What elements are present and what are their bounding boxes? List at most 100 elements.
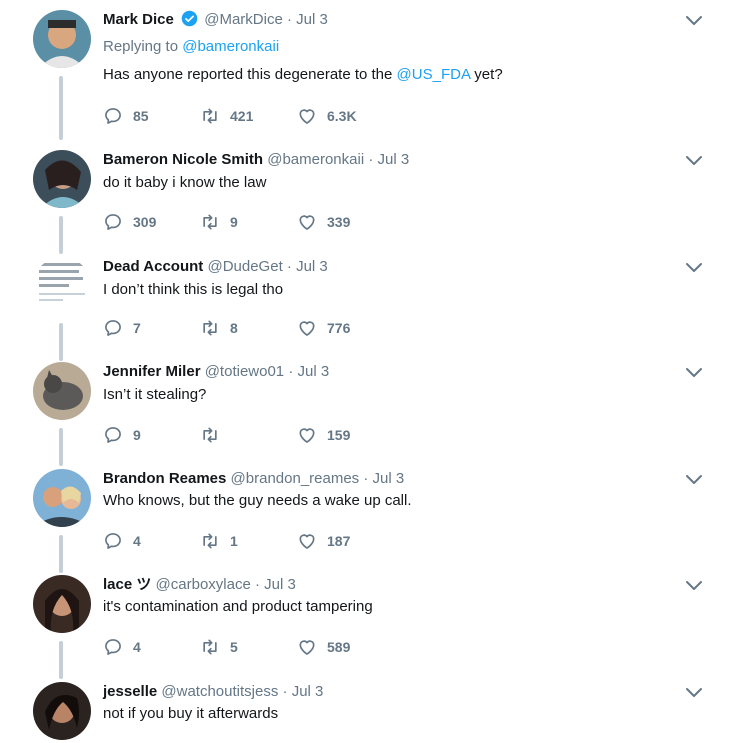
tweet-text: I don’t think this is legal tho — [103, 281, 284, 298]
like-button[interactable]: 589 — [297, 636, 350, 658]
author-handle[interactable]: @brandon_reames — [231, 470, 360, 487]
author-handle[interactable]: @MarkDice — [204, 11, 283, 28]
retweet-button[interactable]: 9 — [200, 211, 238, 233]
reply-button[interactable]: 309 — [103, 211, 156, 233]
like-count: 589 — [327, 639, 351, 655]
like-icon — [297, 212, 317, 232]
reply-icon — [103, 106, 123, 126]
caret-down-icon[interactable] — [685, 686, 703, 698]
reply-button[interactable]: 85 — [103, 105, 149, 127]
replying-to-label: Replying to — [103, 38, 179, 55]
avatar[interactable] — [33, 150, 91, 208]
verified-badge-icon — [181, 10, 198, 27]
retweet-icon — [200, 318, 220, 338]
reply-icon — [103, 212, 123, 232]
tweet[interactable]: Dead Account @DudeGet · Jul 3 I don’t th… — [0, 257, 750, 361]
retweet-button[interactable]: 1 — [200, 530, 238, 552]
retweet-button[interactable] — [200, 424, 230, 446]
tweet-header: lace ツ @carboxylace · Jul 3 — [103, 575, 296, 595]
caret-down-icon[interactable] — [685, 473, 703, 485]
reply-button[interactable]: 7 — [103, 317, 141, 339]
separator-dot: · — [368, 151, 374, 168]
retweet-count: 8 — [230, 320, 238, 336]
author-name[interactable]: Jennifer Miler — [103, 363, 201, 380]
caret-down-icon[interactable] — [685, 366, 703, 378]
author-name[interactable]: Dead Account — [103, 258, 203, 275]
author-handle[interactable]: @DudeGet — [207, 258, 282, 275]
author-handle[interactable]: @watchoutitsjess — [161, 683, 278, 700]
thread-line — [59, 428, 63, 466]
separator-dot: · — [286, 11, 292, 28]
like-button[interactable]: 159 — [297, 424, 350, 446]
author-handle[interactable]: @totiewo01 — [205, 363, 284, 380]
like-icon — [297, 637, 317, 657]
tweet-date[interactable]: Jul 3 — [296, 11, 328, 28]
author-name[interactable]: Bameron Nicole Smith — [103, 151, 263, 168]
tweet-text: do it baby i know the law — [103, 174, 267, 191]
avatar[interactable] — [33, 575, 91, 633]
author-name[interactable]: Mark Dice — [103, 11, 174, 28]
tweet[interactable]: Jennifer Miler @totiewo01 · Jul 3 Isn’t … — [0, 362, 750, 466]
tweet[interactable]: Mark Dice @MarkDice · Jul 3 Replying to … — [0, 10, 750, 140]
separator-dot: · — [255, 576, 260, 593]
author-handle[interactable]: @bameronkaii — [267, 151, 364, 168]
reply-count: 4 — [133, 639, 141, 655]
retweet-count: 1 — [230, 533, 238, 549]
tweet[interactable]: jesselle @watchoutitsjess · Jul 3 not if… — [0, 682, 750, 743]
like-button[interactable]: 187 — [297, 530, 350, 552]
caret-down-icon[interactable] — [685, 261, 703, 273]
caret-down-icon[interactable] — [685, 154, 703, 166]
tweet-text: Isn’t it stealing? — [103, 386, 207, 403]
like-button[interactable]: 339 — [297, 211, 350, 233]
like-icon — [297, 425, 317, 445]
like-count: 159 — [327, 427, 351, 443]
avatar[interactable] — [33, 257, 91, 315]
retweet-icon — [200, 531, 220, 551]
tweet[interactable]: lace ツ @carboxylace · Jul 3 it's contami… — [0, 575, 750, 679]
tweet-date[interactable]: Jul 3 — [378, 151, 410, 168]
caret-down-icon[interactable] — [685, 14, 703, 26]
retweet-count: 421 — [230, 108, 254, 124]
like-count: 6.3K — [327, 108, 357, 124]
author-name[interactable]: lace ツ — [103, 576, 151, 593]
retweet-button[interactable]: 8 — [200, 317, 238, 339]
tweet-header: Dead Account @DudeGet · Jul 3 — [103, 257, 328, 277]
replying-to: Replying to @bameronkaii — [103, 37, 279, 57]
avatar[interactable] — [33, 469, 91, 527]
tweet-date[interactable]: Jul 3 — [296, 258, 328, 275]
tweet-date[interactable]: Jul 3 — [373, 470, 405, 487]
separator-dot: · — [288, 363, 294, 380]
like-icon — [297, 106, 317, 126]
retweet-button[interactable]: 5 — [200, 636, 238, 658]
caret-down-icon[interactable] — [685, 579, 703, 591]
reply-button[interactable]: 4 — [103, 636, 141, 658]
retweet-button[interactable]: 421 — [200, 105, 253, 127]
avatar[interactable] — [33, 682, 91, 740]
tweet[interactable]: Brandon Reames @brandon_reames · Jul 3 W… — [0, 469, 750, 573]
tweet[interactable]: Bameron Nicole Smith @bameronkaii · Jul … — [0, 150, 750, 254]
mention-link[interactable]: @US_FDA — [397, 66, 471, 83]
separator-dot: · — [282, 683, 288, 700]
tweet-text: Has anyone reported this degenerate to t… — [103, 65, 503, 85]
retweet-count: 5 — [230, 639, 238, 655]
author-name[interactable]: jesselle — [103, 683, 157, 700]
tweet-date[interactable]: Jul 3 — [264, 576, 296, 593]
thread-line — [59, 641, 63, 679]
retweet-icon — [200, 106, 220, 126]
reply-count: 4 — [133, 533, 141, 549]
reply-count: 9 — [133, 427, 141, 443]
author-name[interactable]: Brandon Reames — [103, 470, 226, 487]
reply-icon — [103, 531, 123, 551]
retweet-icon — [200, 425, 220, 445]
avatar[interactable] — [33, 10, 91, 68]
author-handle[interactable]: @carboxylace — [156, 576, 251, 593]
like-button[interactable]: 776 — [297, 317, 350, 339]
reply-button[interactable]: 9 — [103, 424, 141, 446]
avatar[interactable] — [33, 362, 91, 420]
tweet-date[interactable]: Jul 3 — [292, 683, 324, 700]
tweet-text-part: yet? — [470, 66, 503, 83]
reply-button[interactable]: 4 — [103, 530, 141, 552]
tweet-date[interactable]: Jul 3 — [298, 363, 330, 380]
replying-to-link[interactable]: @bameronkaii — [182, 38, 279, 55]
like-button[interactable]: 6.3K — [297, 105, 357, 127]
